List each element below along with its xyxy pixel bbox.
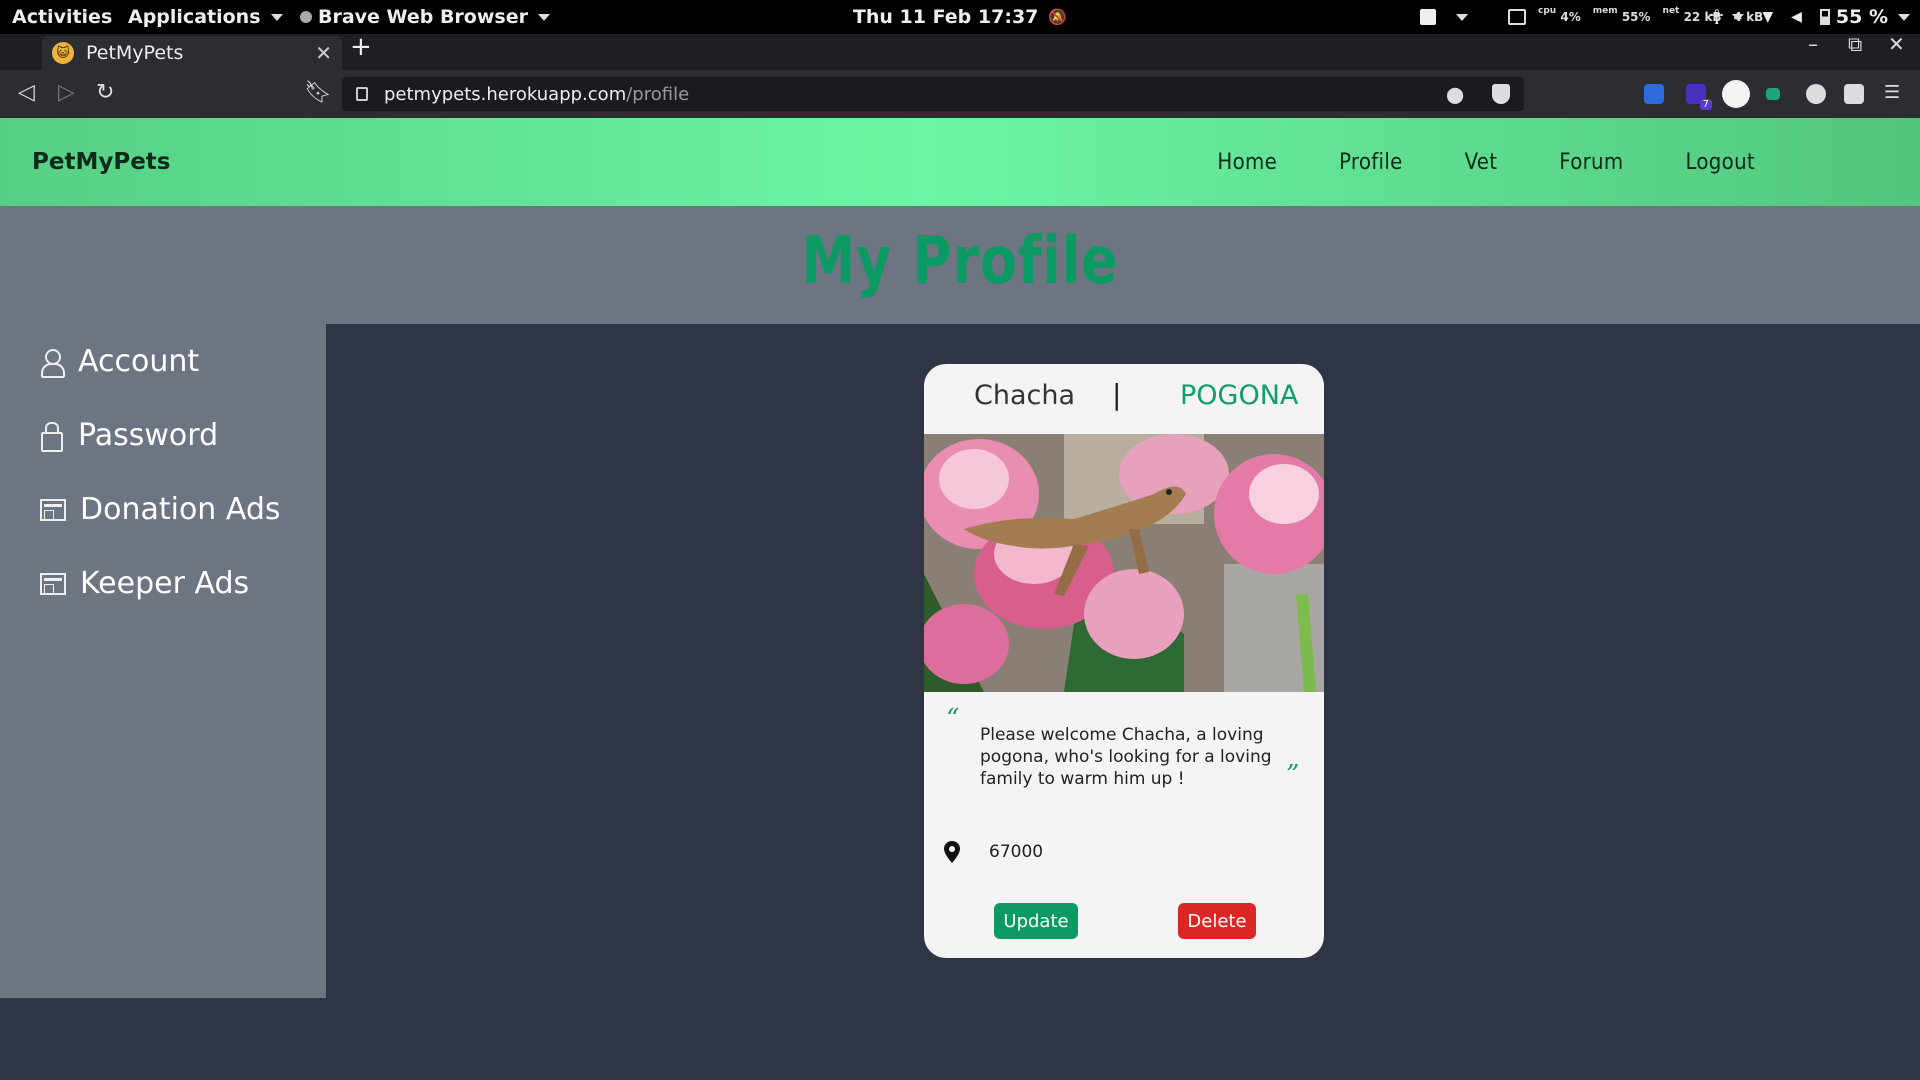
battery-percent: 55 % — [1835, 6, 1888, 28]
extension-json-icon[interactable] — [1722, 80, 1750, 108]
nav-logout[interactable]: Logout — [1654, 150, 1786, 175]
extension-badge-count: 7 — [1699, 99, 1712, 110]
activities-label: Activities — [12, 6, 113, 28]
cpu-value: 4% — [1560, 10, 1581, 24]
address-bar[interactable]: petmypets.herokuapp.com/profile ⬤ — [342, 77, 1524, 111]
battery-indicator[interactable]: 55 % — [1819, 6, 1910, 28]
battery-icon — [1819, 9, 1830, 25]
quote-open-mark: “ — [946, 704, 960, 734]
pet-card: Chacha | POGONA “ Please welcome Chacha,… — [924, 364, 1324, 958]
chevron-down-icon — [1456, 13, 1468, 21]
applications-menu[interactable]: Applications — [128, 0, 283, 34]
page-title: My Profile — [801, 222, 1119, 299]
chevron-down-icon — [270, 13, 283, 21]
nav-profile[interactable]: Profile — [1308, 150, 1434, 175]
wifi-icon[interactable]: ▼ — [1762, 9, 1773, 25]
browser-app-menu[interactable]: Brave Web Browser — [300, 0, 550, 34]
tab-petmypets[interactable]: 😺 PetMyPets ✕ — [42, 36, 342, 70]
pet-species: POGONA — [1180, 380, 1299, 411]
nav-vet[interactable]: Vet — [1434, 150, 1529, 175]
tab-title: PetMyPets — [86, 42, 184, 64]
pet-name: Chacha — [974, 380, 1076, 411]
pet-description: Please welcome Chacha, a loving pogona, … — [980, 725, 1272, 789]
browser-tab-strip: 😺 PetMyPets ✕ + – ⧉ ✕ — [0, 32, 1920, 96]
bell-muted-icon: 🔕 — [1048, 8, 1068, 26]
extension-palette-icon[interactable] — [1806, 84, 1826, 104]
url-host: petmypets.herokuapp.com — [384, 83, 627, 105]
lock-icon — [356, 87, 368, 101]
sidebar-item-label: Password — [78, 418, 219, 453]
site-header: PetMyPets Home Profile Vet Forum Logout — [0, 118, 1920, 206]
activities-button[interactable]: Activities — [12, 0, 112, 34]
extensions-puzzle-icon[interactable] — [1844, 84, 1864, 104]
mem-label: mem — [1592, 6, 1618, 16]
brave-icon — [300, 11, 312, 23]
brave-shield-icon[interactable] — [1492, 84, 1510, 104]
mem-value: 55% — [1621, 10, 1651, 24]
accessibility-icon[interactable]: ☥ — [1709, 5, 1724, 29]
nav-home[interactable]: Home — [1186, 150, 1308, 175]
update-button[interactable]: Update — [994, 903, 1078, 939]
chevron-down-icon — [1898, 13, 1910, 21]
delete-button[interactable]: Delete — [1178, 903, 1256, 939]
sidebar-item-donation-ads[interactable]: Donation Ads — [40, 492, 281, 527]
user-icon — [40, 348, 65, 378]
lock-icon — [40, 421, 64, 452]
sidebar-item-account[interactable]: Account — [40, 344, 199, 379]
reload-icon[interactable]: ↻ — [96, 80, 114, 105]
new-tab-icon[interactable]: + — [350, 32, 372, 62]
back-icon[interactable]: ◁ — [18, 80, 35, 105]
app-indicator-icon — [1420, 9, 1436, 25]
pet-photo — [924, 434, 1324, 692]
sidebar-item-label: Keeper Ads — [80, 566, 250, 601]
applications-label: Applications — [128, 6, 261, 28]
browser-menu-icon[interactable]: ☰ — [1884, 82, 1900, 103]
close-tab-icon[interactable]: ✕ — [315, 41, 332, 65]
minimize-icon[interactable]: – — [1808, 32, 1818, 56]
header-separator: | — [1112, 378, 1122, 411]
cpu-label: cpu — [1538, 6, 1557, 16]
sidebar-item-keeper-ads[interactable]: Keeper Ads — [40, 566, 249, 601]
cat-favicon-icon: 😺 — [52, 42, 74, 64]
system-top-bar: Activities Applications Brave Web Browse… — [0, 0, 1920, 34]
sidebar-item-password[interactable]: Password — [40, 418, 218, 453]
extension-bitwarden-icon[interactable] — [1644, 84, 1664, 104]
chevron-down-icon[interactable] — [1732, 13, 1745, 21]
pet-card-header: Chacha | POGONA — [924, 364, 1324, 434]
net-label: net — [1662, 6, 1680, 16]
restore-icon[interactable]: ⧉ — [1848, 32, 1862, 56]
quote-close-mark: ” — [1286, 760, 1300, 790]
forward-icon[interactable]: ▷ — [58, 80, 75, 105]
extension-list-icon[interactable] — [1766, 88, 1780, 100]
profile-sidebar: Account Password Donation Ads Keeper Ads — [0, 324, 326, 998]
clock[interactable]: Thu 11 Feb 17:37 — [853, 6, 1038, 28]
main-nav: Home Profile Vet Forum Logout — [1186, 118, 1786, 206]
graph-icon — [1508, 9, 1526, 25]
sidebar-item-label: Account — [78, 344, 200, 379]
volume-icon[interactable]: ◀ — [1791, 9, 1802, 25]
nav-forum[interactable]: Forum — [1528, 150, 1654, 175]
pet-zip-code: 67000 — [989, 842, 1044, 862]
location-marker-icon — [944, 841, 960, 863]
browser-toolbar: ◁ ▷ ↻ 🔖︎ petmypets.herokuapp.com/profile… — [0, 70, 1920, 118]
brand-logo[interactable]: PetMyPets — [32, 149, 170, 175]
ads-icon — [40, 498, 66, 521]
close-window-icon[interactable]: ✕ — [1888, 32, 1905, 56]
sidebar-item-label: Donation Ads — [80, 492, 281, 527]
location-pin-icon[interactable]: ⬤ — [1446, 85, 1464, 104]
extension-badge-icon[interactable]: 7 — [1686, 84, 1712, 110]
url-path: /profile — [626, 83, 690, 105]
browser-app-label: Brave Web Browser — [318, 6, 528, 28]
bookmark-icon[interactable]: 🔖︎ — [304, 80, 332, 105]
chevron-down-icon — [537, 13, 550, 21]
ads-icon — [40, 572, 66, 595]
